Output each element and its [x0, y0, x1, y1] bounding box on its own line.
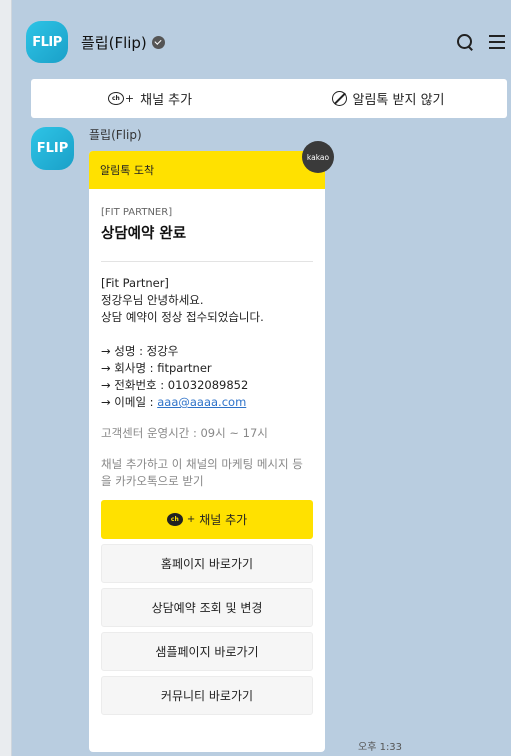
channel-bar: ch + 채널 추가 알림톡 받지 않기 — [31, 79, 507, 118]
detail-line: → 성명 : 정강우 — [101, 344, 179, 358]
email-line: → 이메일 : aaa@aaaa.com — [101, 395, 247, 409]
message-line: 상담 예약이 정상 접수되었습니다. — [101, 310, 264, 324]
add-channel-button[interactable]: ch + 채널 추가 — [31, 89, 269, 108]
detail-line: → 회사명 : fitpartner — [101, 361, 212, 375]
email-link[interactable]: aaa@aaaa.com — [157, 395, 246, 409]
sender-name: 플립(Flip) — [89, 128, 142, 142]
channel-add-icon: ch — [166, 513, 183, 526]
kakao-badge: kakao — [302, 141, 334, 173]
card-eyebrow: [FIT PARTNER] — [101, 207, 173, 218]
block-icon — [331, 91, 347, 106]
header-actions — [455, 32, 505, 52]
search-icon[interactable] — [455, 32, 475, 52]
message-time: 오후 1:33 — [358, 742, 403, 753]
message-text: [Fit Partner] 정강우님 안녕하세요. 상담 예약이 정상 접수되었… — [101, 275, 313, 411]
channel-add-icon: ch + — [107, 92, 134, 105]
message-line: 정강우님 안녕하세요. — [101, 293, 204, 307]
verified-badge-icon — [151, 35, 165, 49]
chat-title[interactable]: 플립(Flip) — [81, 32, 165, 53]
community-button[interactable]: 커뮤니티 바로가기 — [101, 676, 313, 715]
block-alimtalk-button[interactable]: 알림톡 받지 않기 — [269, 89, 507, 108]
sample-page-button[interactable]: 샘플페이지 바로가기 — [101, 632, 313, 671]
add-channel-label: 채널 추가 — [140, 93, 193, 108]
chat-header: FLIP 플립(Flip) — [13, 8, 511, 76]
reservation-lookup-button[interactable]: 상담예약 조회 및 변경 — [101, 588, 313, 627]
channel-logo[interactable]: FLIP — [26, 21, 68, 63]
promo-text: 채널 추가하고 이 채널의 마케팅 메시지 등을 카카오톡으로 받기 — [101, 457, 303, 488]
detail-line: → 전화번호 : 01032089852 — [101, 378, 249, 392]
support-hours: 고객센터 운영시간 : 09시 ~ 17시 — [101, 426, 268, 440]
sender-avatar[interactable]: FLIP — [31, 127, 74, 170]
homepage-button[interactable]: 홈페이지 바로가기 — [101, 544, 313, 583]
menu-icon[interactable] — [489, 35, 505, 49]
card-divider — [101, 261, 313, 262]
card-body: [FIT PARTNER] 상담예약 완료 [Fit Partner] 정강우님… — [89, 189, 325, 490]
message-line: [Fit Partner] — [101, 276, 169, 290]
card-buttons: ch + 채널 추가 홈페이지 바로가기 상담예약 조회 및 변경 샘플페이지 바… — [89, 500, 325, 715]
card-header: 알림톡 도착 — [89, 151, 325, 189]
card-headline: 상담예약 완료 — [101, 226, 187, 242]
block-alimtalk-label: 알림톡 받지 않기 — [352, 93, 445, 108]
left-panel-edge — [0, 0, 12, 756]
add-channel-card-button[interactable]: ch + 채널 추가 — [101, 500, 313, 539]
message-card: 알림톡 도착 [FIT PARTNER] 상담예약 완료 [Fit Partne… — [89, 151, 325, 752]
chat-title-text: 플립(Flip) — [81, 33, 147, 52]
